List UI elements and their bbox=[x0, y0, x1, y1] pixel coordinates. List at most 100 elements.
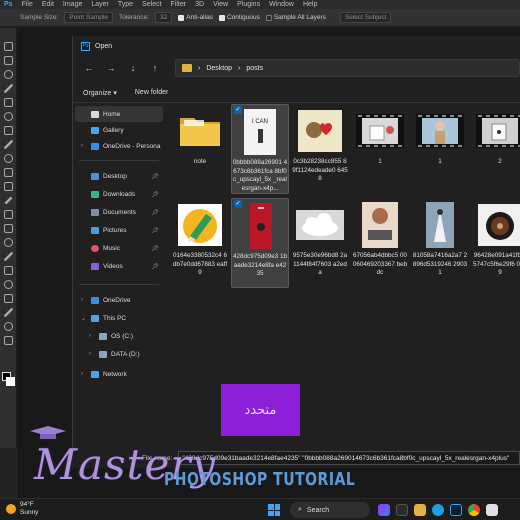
nav-item-gallery[interactable]: Gallery bbox=[75, 122, 163, 138]
taskbar-search[interactable]: ⌕ Search bbox=[290, 502, 370, 518]
anti-alias-checkbox[interactable]: Anti-alias bbox=[178, 14, 213, 21]
nav-item-documents[interactable]: Documents 📌︎ bbox=[75, 204, 163, 220]
nav-item-this-pc[interactable]: ⌄ This PC bbox=[75, 310, 163, 326]
tolerance-input[interactable]: 32 bbox=[154, 12, 173, 23]
back-arrow-icon[interactable]: ← bbox=[83, 63, 95, 73]
chevron-right-icon[interactable]: › bbox=[89, 351, 95, 357]
arabic-label-box: متحدد bbox=[221, 384, 300, 436]
nav-item-network[interactable]: › Network bbox=[75, 366, 163, 382]
select-subject-button[interactable]: Select Subject bbox=[339, 12, 392, 23]
recent-dropdown-icon[interactable]: ↓ bbox=[127, 63, 139, 73]
brush-tool-icon[interactable] bbox=[3, 154, 13, 163]
menu-item-filter[interactable]: Filter bbox=[171, 1, 187, 8]
file-item[interactable]: 96428e091a41fb b5747c5f6e29f6 01e9 bbox=[471, 198, 520, 288]
file-item[interactable]: 1 bbox=[411, 104, 469, 194]
move-tool-icon[interactable] bbox=[3, 42, 13, 51]
dodge-tool-icon[interactable] bbox=[3, 238, 13, 247]
task-view-icon[interactable] bbox=[396, 504, 408, 516]
lasso-tool-icon[interactable] bbox=[3, 70, 13, 79]
breadcrumb-posts[interactable]: posts bbox=[246, 65, 263, 72]
sample-all-layers-checkbox[interactable]: Sample All Layers bbox=[265, 14, 326, 21]
file-item[interactable]: note bbox=[171, 104, 229, 194]
pen-tool-icon[interactable] bbox=[3, 252, 13, 261]
app-icon[interactable] bbox=[378, 504, 390, 516]
hand-tool-icon[interactable] bbox=[3, 308, 13, 317]
gradient-tool-icon[interactable] bbox=[3, 210, 13, 219]
menu-item-select[interactable]: Select bbox=[142, 1, 161, 8]
chevron-down-icon[interactable]: ⌄ bbox=[81, 315, 87, 322]
file-item[interactable]: 67056ab4dbbc5 00060469203367 bebdc bbox=[351, 198, 409, 288]
nav-item-home[interactable]: Home bbox=[75, 106, 163, 122]
file-item[interactable]: 0c3b28238cc855 89f1124edeade0 6458 bbox=[291, 104, 349, 194]
menu-item-type[interactable]: Type bbox=[118, 1, 133, 8]
file-item[interactable]: ✓ 428dc975d09e3 1baade3214e8fa e4235 bbox=[231, 198, 289, 288]
file-item[interactable]: 2 bbox=[471, 104, 520, 194]
svg-text:I CAN: I CAN bbox=[252, 119, 268, 125]
nav-item-os-c[interactable]: › OS (C:) bbox=[75, 328, 163, 344]
file-item[interactable]: 81058a7416a2a7 2896d5319246 29031 bbox=[411, 198, 469, 288]
background-color-swatch[interactable] bbox=[6, 377, 15, 386]
menu-item-window[interactable]: Window bbox=[269, 1, 294, 8]
nav-item-data-d[interactable]: › DATA (D:) bbox=[75, 346, 163, 362]
watermark-subtitle: PHOTOSHOP TUTORIAL bbox=[164, 470, 356, 490]
chevron-right-icon[interactable]: › bbox=[81, 371, 87, 377]
crop-tool-icon[interactable] bbox=[3, 98, 13, 107]
zoom-tool-icon[interactable] bbox=[3, 322, 13, 331]
blur-tool-icon[interactable] bbox=[3, 224, 13, 233]
photoshop-taskbar-icon[interactable] bbox=[450, 504, 462, 516]
file-explorer-icon[interactable] bbox=[414, 504, 426, 516]
chevron-right-icon[interactable]: › bbox=[81, 143, 87, 149]
divider bbox=[79, 160, 159, 161]
up-arrow-icon[interactable]: ↑ bbox=[149, 63, 161, 73]
marquee-tool-icon[interactable] bbox=[3, 56, 13, 65]
menu-item-plugins[interactable]: Plugins bbox=[237, 1, 260, 8]
forward-arrow-icon[interactable]: → bbox=[105, 63, 117, 73]
stamp-tool-icon[interactable] bbox=[3, 168, 13, 177]
path-select-tool-icon[interactable] bbox=[3, 280, 13, 289]
menu-item-edit[interactable]: Edit bbox=[42, 1, 54, 8]
menu-item-layer[interactable]: Layer bbox=[91, 1, 109, 8]
selection-check-icon[interactable]: ✓ bbox=[234, 200, 242, 208]
healing-tool-icon[interactable] bbox=[3, 140, 13, 149]
file-item[interactable]: 0164e3380532c4 6db7e0dd67883 eaff9 bbox=[171, 198, 229, 288]
type-tool-icon[interactable] bbox=[3, 266, 13, 275]
eraser-tool-icon[interactable] bbox=[3, 196, 13, 205]
drive-icon bbox=[99, 332, 107, 340]
nav-item-onedrive-personal[interactable]: › OneDrive - Persona bbox=[75, 138, 163, 154]
nav-item-desktop[interactable]: Desktop 📌︎ bbox=[75, 168, 163, 184]
chevron-right-icon[interactable]: › bbox=[81, 297, 87, 303]
file-item[interactable]: I CAN ✓ 0bbbb088a26901 4673c6b361fca 8bf0c… bbox=[231, 104, 289, 194]
chevron-right-icon[interactable]: › bbox=[89, 333, 95, 339]
sample-size-select[interactable]: Point Sample bbox=[64, 12, 113, 23]
app-icon[interactable] bbox=[486, 504, 498, 516]
nav-item-downloads[interactable]: Downloads 📌︎ bbox=[75, 186, 163, 202]
nav-item-onedrive[interactable]: › OneDrive bbox=[75, 292, 163, 308]
chrome-icon[interactable] bbox=[468, 504, 480, 516]
shape-tool-icon[interactable] bbox=[3, 294, 13, 303]
magic-wand-tool-icon[interactable] bbox=[3, 84, 13, 93]
windows-start-icon[interactable] bbox=[268, 504, 280, 516]
breadcrumb-desktop[interactable]: Desktop bbox=[206, 65, 232, 72]
filename-input[interactable]: "428dc975d09e31baade3214e8fae4235" "0bbb… bbox=[178, 451, 520, 465]
menu-item-file[interactable]: File bbox=[22, 1, 33, 8]
more-tools-icon[interactable] bbox=[3, 336, 13, 345]
eyedropper-tool-icon[interactable] bbox=[3, 126, 13, 135]
nav-item-videos[interactable]: Videos 📌︎ bbox=[75, 258, 163, 274]
address-bar[interactable]: › Desktop › posts bbox=[175, 59, 520, 77]
nav-item-music[interactable]: Music 📌︎ bbox=[75, 240, 163, 256]
new-folder-button[interactable]: New folder bbox=[135, 89, 168, 96]
file-item[interactable]: 1 bbox=[351, 104, 409, 194]
file-item[interactable]: 9575e30e96bd8 2a1144f84f7603 a2eda bbox=[291, 198, 349, 288]
frame-tool-icon[interactable] bbox=[3, 112, 13, 121]
contiguous-checkbox[interactable]: Contiguous bbox=[218, 14, 260, 21]
history-brush-tool-icon[interactable] bbox=[3, 182, 13, 191]
menu-item-3d[interactable]: 3D bbox=[195, 1, 204, 8]
organize-button[interactable]: Organize ▾ bbox=[83, 89, 117, 97]
selection-check-icon[interactable]: ✓ bbox=[234, 106, 242, 114]
nav-item-pictures[interactable]: Pictures 📌︎ bbox=[75, 222, 163, 238]
weather-widget[interactable]: 94°F Sunny bbox=[6, 501, 38, 517]
menu-item-view[interactable]: View bbox=[213, 1, 228, 8]
edge-icon[interactable] bbox=[432, 504, 444, 516]
menu-item-help[interactable]: Help bbox=[303, 1, 317, 8]
menu-item-image[interactable]: Image bbox=[63, 1, 82, 8]
